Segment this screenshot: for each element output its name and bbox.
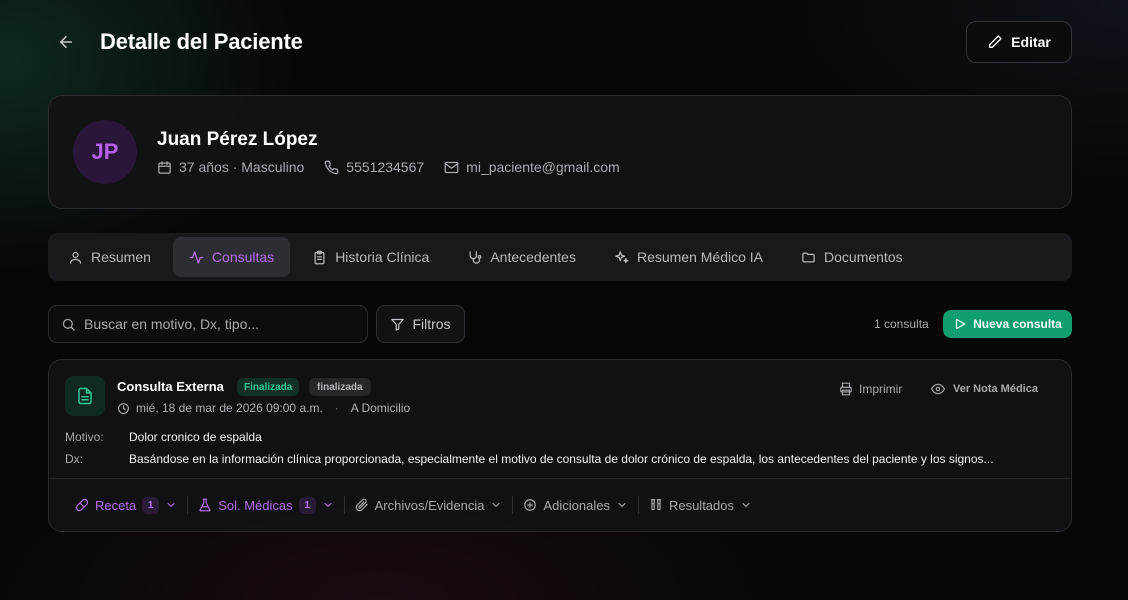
tab-consultas[interactable]: Consultas [172, 237, 291, 277]
receta-dropdown[interactable]: Receta 1 [65, 492, 187, 518]
edit-button[interactable]: Editar [966, 21, 1072, 63]
plus-circle-icon [524, 499, 537, 511]
calendar-icon [158, 160, 171, 174]
tabs-bar: Resumen Consultas Historia Clínica Antec… [48, 233, 1072, 281]
folder-icon [802, 252, 815, 262]
phone-icon [324, 160, 339, 174]
tab-resumen-medico-ia[interactable]: Resumen Médico IA [598, 237, 779, 277]
sol-medicas-dropdown[interactable]: Sol. Médicas 1 [188, 492, 343, 518]
patient-meta: 37 años · Masculino 5551234567 mi_pacien… [157, 159, 620, 175]
card-divider [49, 478, 1071, 479]
clipboard-icon [314, 250, 325, 264]
view-note-button[interactable]: Ver Nota Médica [931, 382, 1038, 396]
chevron-down-icon [618, 503, 626, 507]
patient-age-gender: 37 años · Masculino [157, 159, 304, 175]
patient-card: JP Juan Pérez López 37 años · Masculino … [48, 95, 1072, 209]
patient-name: Juan Pérez López [157, 129, 318, 150]
dx-value: Basándose en la información clínica prop… [129, 452, 994, 466]
clock-icon [118, 402, 129, 414]
status-badge: Finalizada [237, 378, 300, 396]
search-icon [62, 318, 75, 331]
search-box[interactable] [48, 305, 368, 343]
search-input[interactable] [84, 316, 354, 332]
print-button[interactable]: Imprimir [839, 382, 902, 396]
paperclip-icon [355, 498, 368, 512]
archivos-dropdown[interactable]: Archivos/Evidencia [345, 492, 513, 518]
user-icon [69, 251, 82, 264]
consultation-location: A Domicilio [350, 401, 411, 415]
pill-icon [75, 498, 89, 512]
consultation-meta: mié, 18 de mar de 2026 09:00 a.m. · A Do… [117, 401, 410, 415]
dx-label: Dx: [65, 452, 83, 466]
consultation-actions: Receta 1 Sol. Médicas 1 Archivos/Evidenc… [65, 492, 762, 518]
sparkles-icon [615, 250, 629, 263]
chevron-down-icon [324, 503, 332, 507]
tab-resumen[interactable]: Resumen [52, 237, 167, 277]
receta-count-badge: 1 [142, 496, 160, 514]
mail-icon [444, 161, 459, 173]
pencil-icon [989, 35, 1002, 48]
edit-button-label: Editar [1011, 34, 1051, 50]
meta-separator: · [334, 401, 339, 415]
adicionales-dropdown[interactable]: Adicionales [513, 492, 638, 518]
stethoscope-icon [469, 250, 482, 264]
filter-icon [391, 318, 405, 331]
tab-historia-clinica[interactable]: Historia Clínica [296, 237, 445, 277]
resultados-dropdown[interactable]: Resultados [639, 492, 762, 518]
printer-icon [840, 382, 852, 396]
patient-email: mi_paciente@gmail.com [444, 159, 620, 175]
avatar: JP [73, 120, 137, 184]
consultation-title: Consulta Externa [117, 379, 224, 394]
arrow-left-icon [60, 36, 72, 48]
patient-phone: 5551234567 [324, 159, 424, 175]
play-icon [956, 318, 966, 330]
sol-medicas-count-badge: 1 [298, 496, 316, 514]
consultation-datetime: mié, 18 de mar de 2026 09:00 a.m. [136, 401, 323, 415]
consultation-card: Consulta Externa Finalizada finalizada m… [48, 359, 1072, 532]
chevron-down-icon [742, 503, 750, 507]
eye-icon [931, 383, 945, 395]
tab-antecedentes[interactable]: Antecedentes [451, 237, 592, 277]
chevron-down-icon [492, 503, 500, 507]
chevron-down-icon [167, 503, 175, 507]
file-text-icon [65, 376, 105, 416]
tab-documentos[interactable]: Documentos [785, 237, 919, 277]
state-badge: finalizada [309, 378, 371, 396]
motivo-value: Dolor cronico de espalda [129, 430, 262, 444]
new-consultation-button[interactable]: Nueva consulta [943, 310, 1072, 338]
consultation-count: 1 consulta [874, 317, 929, 331]
motivo-label: Motivo: [65, 430, 104, 444]
activity-icon [189, 250, 204, 264]
back-button[interactable] [54, 30, 78, 54]
page-title: Detalle del Paciente [100, 29, 303, 54]
flask-icon [199, 498, 211, 512]
test-tubes-icon [650, 499, 662, 511]
filters-button[interactable]: Filtros [376, 305, 465, 343]
